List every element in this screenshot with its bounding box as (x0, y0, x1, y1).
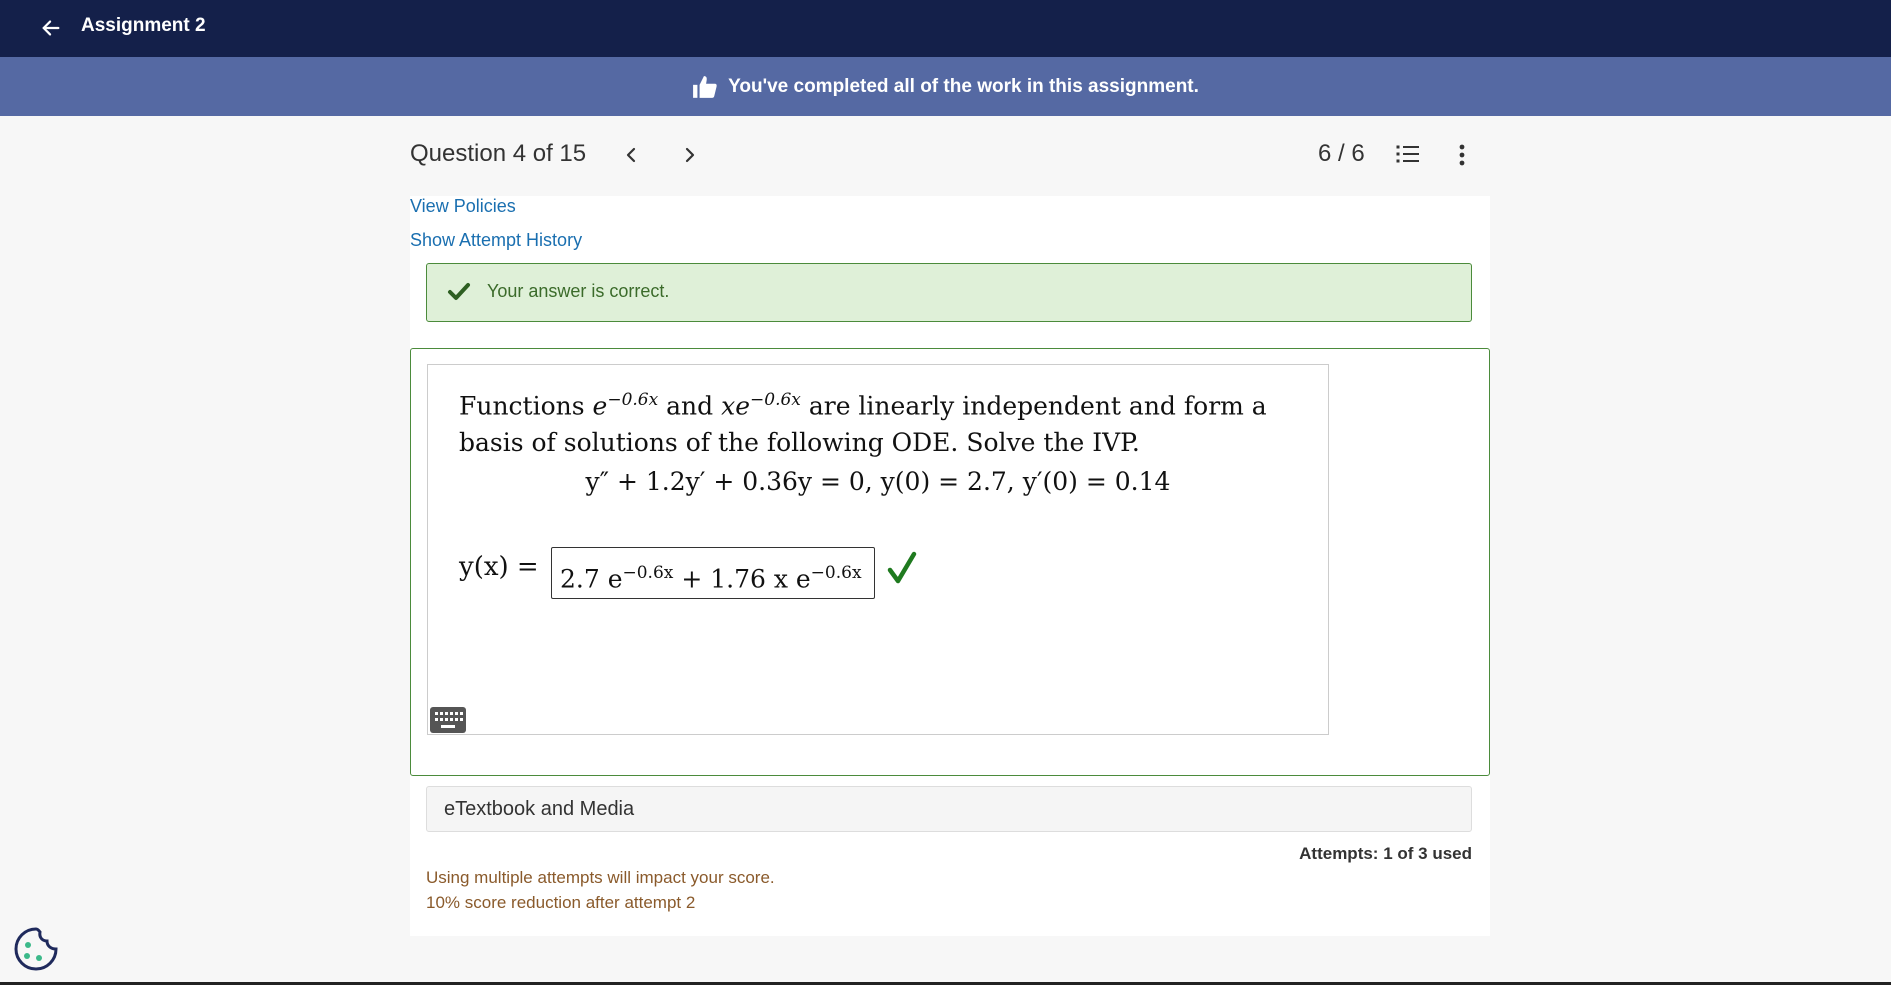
more-vertical-icon[interactable] (1452, 142, 1472, 168)
checkmark-icon (448, 283, 470, 300)
banner-text: You've completed all of the work in this… (728, 75, 1199, 97)
question-card: Functions e−0.6x and xe−0.6x are linearl… (410, 348, 1490, 776)
question-list-icon[interactable] (1395, 142, 1421, 168)
answer-input[interactable]: 2.7 e−0.6x + 1.76 x e−0.6x (551, 547, 875, 599)
thumbs-up-icon (693, 75, 717, 98)
question-counter: Question 4 of 15 (410, 140, 587, 167)
question-score: 6 / 6 (1318, 140, 1365, 167)
back-button[interactable] (40, 13, 62, 43)
chevron-left-icon[interactable] (619, 142, 643, 168)
arrow-left-icon (42, 20, 60, 36)
attempts-counter: Attempts: 1 of 3 used (1299, 844, 1472, 863)
view-policies-link[interactable]: View Policies (410, 196, 516, 217)
question-nav: Question 4 of 15 6 / 6 (0, 116, 1891, 196)
etextbook-media-label: eTextbook and Media (444, 798, 635, 820)
question-content: View Policies Show Attempt History Your … (410, 196, 1490, 936)
chevron-right-icon[interactable] (678, 142, 702, 168)
question-body: Functions e−0.6x and xe−0.6x are linearl… (427, 364, 1329, 735)
keyboard-icon[interactable] (430, 707, 466, 733)
attempts-policy-note: Using multiple attempts will impact your… (426, 868, 775, 887)
score-reduction-note: 10% score reduction after attempt 2 (426, 893, 696, 912)
etextbook-media-toggle[interactable]: eTextbook and Media (426, 786, 1472, 832)
top-bar: Assignment 2 (0, 0, 1891, 57)
question-prompt: Functions e−0.6x and xe−0.6x are linearl… (459, 390, 1267, 458)
correct-check-icon (887, 551, 917, 584)
answer-label: y(x) = (459, 552, 539, 582)
correct-answer-text: Your answer is correct. (487, 281, 670, 301)
ode-equation: y″ + 1.2y′ + 0.36y = 0, y(0) = 2.7, y′(0… (585, 467, 1171, 496)
cookie-icon[interactable] (12, 925, 60, 973)
show-attempt-history-link[interactable]: Show Attempt History (410, 230, 582, 251)
correct-answer-alert: Your answer is correct. (426, 263, 1472, 322)
completion-banner: You've completed all of the work in this… (0, 57, 1891, 116)
assignment-title: Assignment 2 (81, 15, 206, 36)
